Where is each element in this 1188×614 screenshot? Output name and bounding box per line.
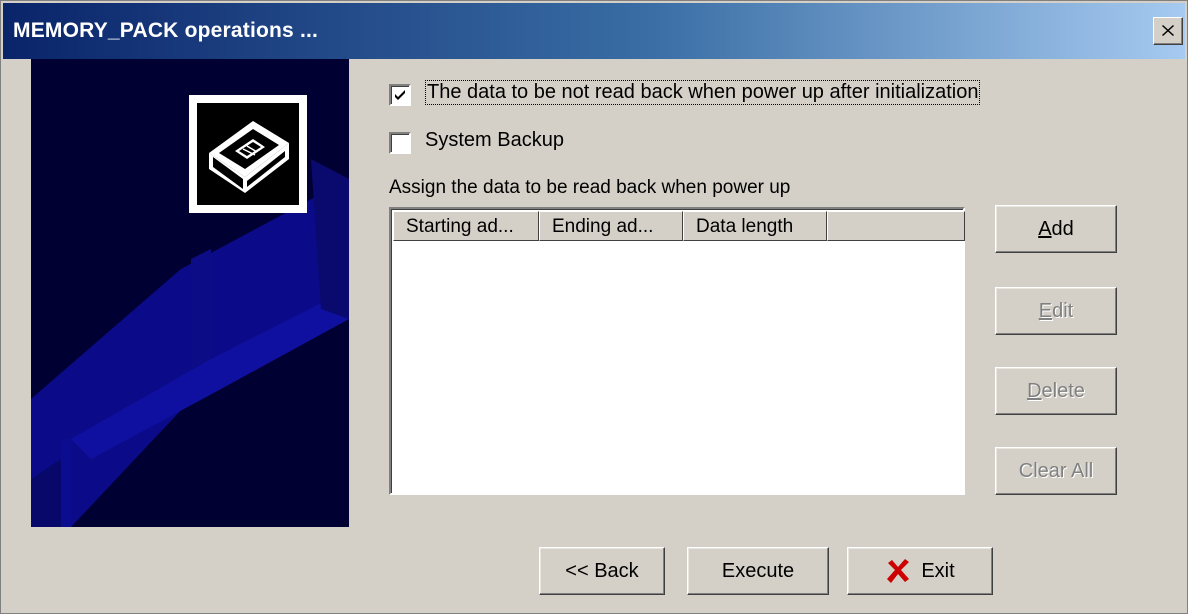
memory-pack-icon: [209, 121, 289, 193]
add-button-label: dd: [1051, 217, 1074, 240]
close-icon: [1162, 25, 1174, 36]
edit-button-mnemonic: E: [1038, 299, 1053, 322]
red-x-icon: [887, 559, 910, 583]
add-button[interactable]: Add: [995, 205, 1117, 253]
no-read-back-label[interactable]: The data to be not read back when power …: [425, 80, 981, 105]
delete-button[interactable]: Delete: [995, 367, 1117, 415]
assign-label: Assign the data to be read back when pow…: [389, 177, 791, 198]
column-data-length[interactable]: Data length: [683, 211, 827, 241]
delete-button-label: elete: [1041, 379, 1085, 402]
no-read-back-checkbox[interactable]: [389, 84, 411, 106]
exit-button-label: Exit: [921, 559, 955, 582]
memory-pack-logo: [189, 95, 307, 213]
edit-button[interactable]: Edit: [995, 287, 1117, 335]
close-button[interactable]: [1153, 17, 1183, 45]
system-backup-option[interactable]: System Backup: [389, 129, 689, 159]
check-icon: [395, 90, 405, 100]
column-ending-address[interactable]: Ending ad...: [539, 211, 683, 241]
system-backup-checkbox[interactable]: [389, 132, 411, 154]
column-starting-address[interactable]: Starting ad...: [393, 211, 539, 241]
clear-all-button[interactable]: Clear All: [995, 447, 1117, 495]
edit-button-label: dit: [1052, 299, 1074, 322]
add-button-mnemonic: A: [1038, 217, 1052, 240]
read-back-list[interactable]: Starting ad... Ending ad... Data length: [389, 207, 965, 495]
column-header-filler: [827, 211, 965, 241]
memory-pack-dialog: MEMORY_PACK operations ... The data to b…: [0, 0, 1188, 614]
no-read-back-option[interactable]: The data to be not read back when power …: [389, 80, 1029, 111]
exit-button[interactable]: Exit: [847, 547, 993, 595]
back-button[interactable]: << Back: [539, 547, 665, 595]
wizard-side-image: [31, 59, 349, 527]
list-header: Starting ad... Ending ad... Data length: [393, 211, 965, 243]
execute-button[interactable]: Execute: [687, 547, 829, 595]
window-title: MEMORY_PACK operations ...: [13, 19, 319, 42]
system-backup-label[interactable]: System Backup: [425, 129, 564, 152]
delete-button-mnemonic: D: [1027, 379, 1042, 402]
title-bar[interactable]: MEMORY_PACK operations ...: [3, 3, 1185, 59]
